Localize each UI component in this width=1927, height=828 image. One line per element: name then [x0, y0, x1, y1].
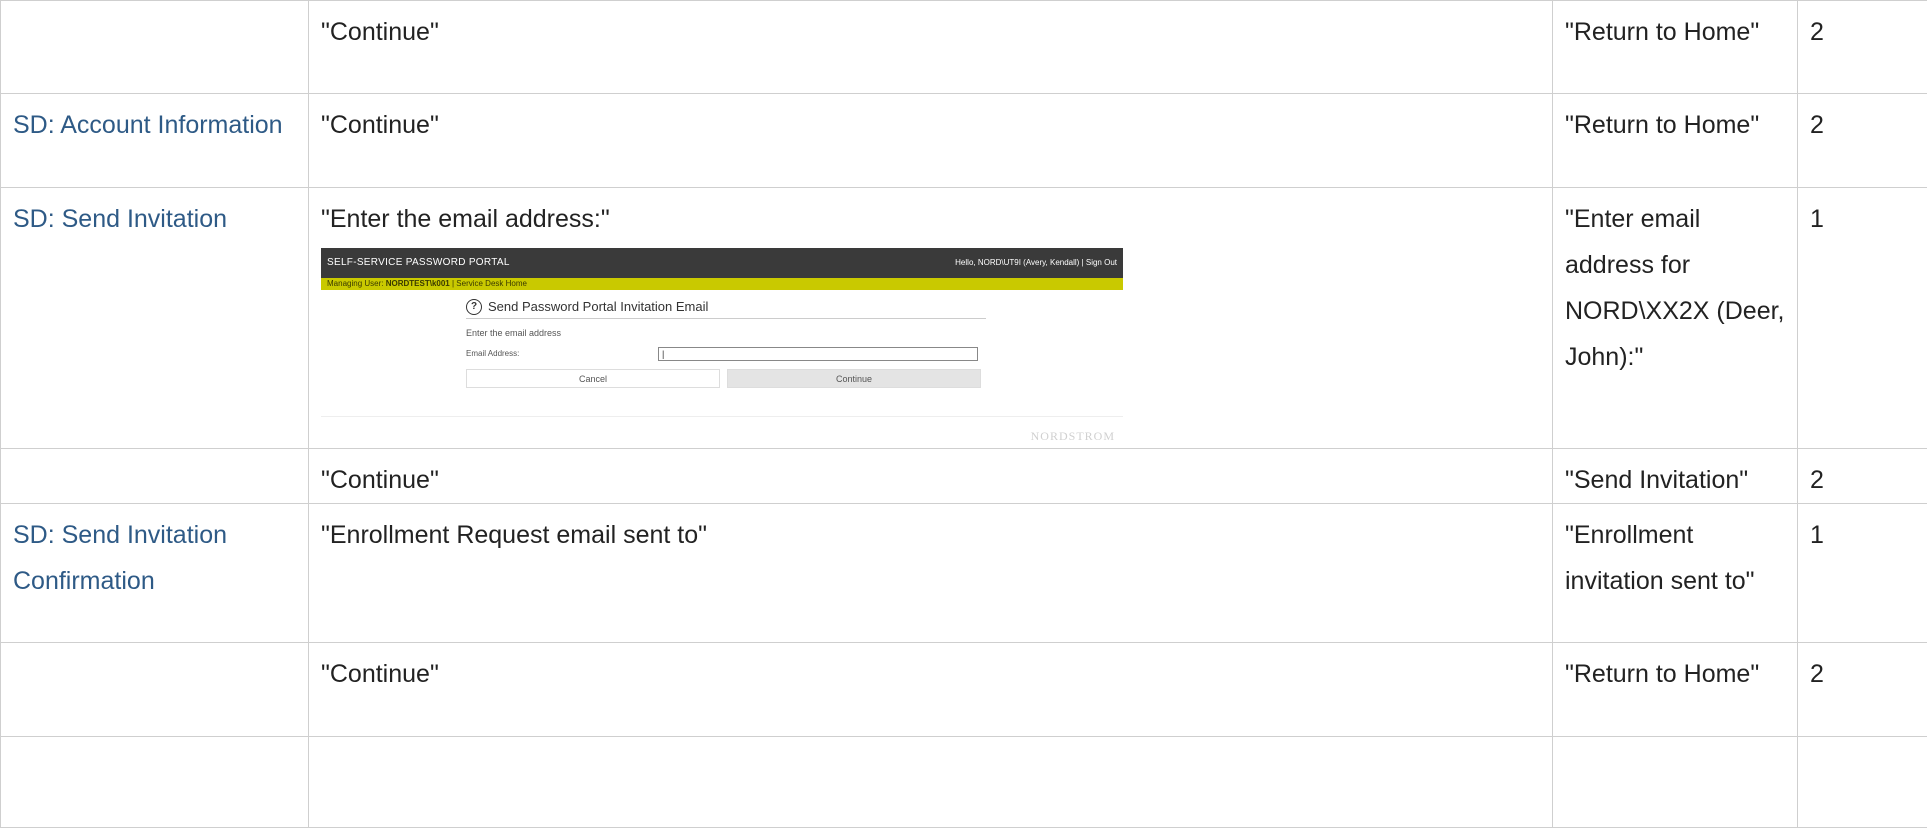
table-row: SD: Account Information "Continue" "Retu… [1, 94, 1927, 188]
level-cell: 2 [1798, 449, 1927, 504]
portal-title: SELF-SERVICE PASSWORD PORTAL [327, 257, 510, 269]
step-cell [1, 1, 309, 94]
table-row: "Continue" "Send Invitation" 2 [1, 449, 1927, 504]
prompt-cell: "Continue" [309, 643, 1553, 737]
table-row [1, 737, 1927, 828]
level-cell: 1 [1798, 504, 1927, 643]
portal-footer-divider [321, 416, 1123, 417]
table-row: "Continue" "Return to Home" 2 [1, 643, 1927, 737]
question-circle-icon: ? [466, 299, 482, 315]
email-field: | [658, 347, 978, 361]
response-cell [1553, 737, 1798, 828]
prompt-cell: "Continue" [309, 94, 1553, 188]
cancel-button: Cancel [466, 369, 720, 388]
response-cell: "Enrollment invitation sent to" [1553, 504, 1798, 643]
prompt-cell [309, 737, 1553, 828]
portal-screenshot: SELF-SERVICE PASSWORD PORTAL Hello, NORD… [321, 248, 1123, 448]
level-cell: 1 [1798, 188, 1927, 449]
portal-header: SELF-SERVICE PASSWORD PORTAL Hello, NORD… [321, 248, 1123, 278]
response-cell: "Return to Home" [1553, 643, 1798, 737]
dialog-buttons: Cancel Continue [466, 369, 986, 388]
step-cell [1, 643, 309, 737]
prompt-cell: "Continue" [309, 1, 1553, 94]
prompt-text: "Enter the email address:" [321, 196, 1540, 242]
dialog-title: Send Password Portal Invitation Email [488, 298, 708, 316]
email-label: Email Address: [466, 348, 658, 360]
level-cell: 2 [1798, 94, 1927, 188]
prompt-cell: "Enrollment Request email sent to" [309, 504, 1553, 643]
portal-user-info: Hello, NORD\UT9I (Avery, Kendall) | Sign… [955, 257, 1117, 269]
level-cell: 2 [1798, 643, 1927, 737]
nordstrom-logo: NORDSTROM [1031, 430, 1115, 442]
prompt-cell: "Continue" [309, 449, 1553, 504]
table-row: SD: Send Invitation "Enter the email add… [1, 188, 1927, 449]
table-row: SD: Send Invitation Confirmation "Enroll… [1, 504, 1927, 643]
response-cell: "Send Invitation" [1553, 449, 1798, 504]
response-cell: "Enter email address for NORD\XX2X (Deer… [1553, 188, 1798, 449]
step-cell: SD: Send Invitation Confirmation [1, 504, 309, 643]
portal-dialog: ? Send Password Portal Invitation Email … [466, 298, 986, 388]
continue-button: Continue [727, 369, 981, 388]
service-desk-home-link: | Service Desk Home [452, 279, 527, 288]
dialog-header: ? Send Password Portal Invitation Email [466, 298, 986, 319]
response-cell: "Return to Home" [1553, 94, 1798, 188]
step-cell [1, 449, 309, 504]
step-cell: SD: Send Invitation [1, 188, 309, 449]
level-cell [1798, 737, 1927, 828]
table-row: "Continue" "Return to Home" 2 [1, 1, 1927, 94]
managing-user: NORDTEST\k001 [386, 279, 450, 288]
step-cell [1, 737, 309, 828]
dialog-prompt: Enter the email address [466, 327, 986, 339]
portal-managing-bar: Managing User: NORDTEST\k001 | Service D… [321, 278, 1123, 290]
level-cell: 2 [1798, 1, 1927, 94]
prompt-cell: "Enter the email address:" SELF-SERVICE … [309, 188, 1553, 449]
step-cell: SD: Account Information [1, 94, 309, 188]
response-cell: "Return to Home" [1553, 1, 1798, 94]
script-table: "Continue" "Return to Home" 2 SD: Accoun… [0, 0, 1927, 828]
managing-label: Managing User: [327, 279, 383, 288]
email-row: Email Address: | [466, 347, 986, 361]
